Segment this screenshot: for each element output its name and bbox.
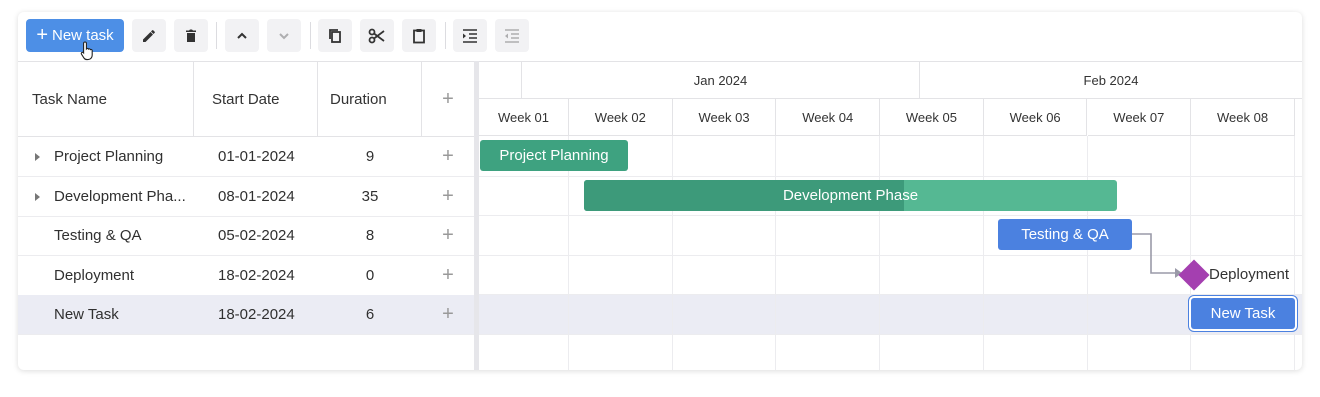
copy-icon [329,28,341,43]
toolbar: + New task [18,12,1302,62]
week-header: Week 02 [569,99,673,136]
timeline: Jan 2024 Feb 2024 Week 01 Week 02 Week 03 Wee… [479,61,1302,370]
toolbar-separator [216,22,217,49]
duration-cell: 35 [361,187,379,205]
week-header: Week 07 [1087,99,1192,136]
duration-cell: 8 [365,227,375,244]
week-header: Week 06 [983,99,1088,136]
outdent-button[interactable] [495,19,529,52]
edit-button[interactable] [132,19,166,52]
column-header-task-name[interactable]: Task Name [18,62,194,136]
start-date-cell: 18-02-2024 [218,266,295,284]
week-gridline [671,136,673,370]
week-gridline [1190,136,1192,370]
start-date-cell: 18-02-2024 [218,306,295,323]
add-column-button[interactable]: + [422,62,474,136]
duration-cell: 0 [365,266,375,284]
row-gridline [479,254,1302,256]
week-header: Week 03 [672,99,777,136]
add-subtask-button[interactable]: + [422,216,474,255]
chevron-down-icon [279,32,289,39]
column-header-duration[interactable]: Duration [318,62,422,136]
task-bar-label: Project Planning [499,147,609,164]
table-row[interactable]: Deployment 18-02-2024 0 + [18,256,474,296]
toolbar-separator [445,22,446,49]
task-name-cell: Project Planning [54,148,164,165]
table-row[interactable]: Development Pha... 08-01-2024 35 + [18,177,474,217]
week-gridline [982,136,984,370]
task-name-cell: New Task [54,306,119,323]
copy-button[interactable] [318,19,352,52]
new-task-button[interactable]: + New task [26,19,124,52]
task-bar[interactable]: New Task [1191,298,1295,329]
task-bar-label: Testing & QA [1021,226,1109,243]
selected-row-band [479,295,1302,334]
indent-icon [463,28,477,43]
table-row[interactable]: Testing & QA 05-02-2024 8 + [18,216,474,256]
dependency-link [1132,233,1177,274]
task-bar[interactable]: Project Planning [480,140,628,171]
row-gridline [479,175,1302,177]
outdent-icon [505,28,519,43]
clipboard-icon [413,28,425,43]
week-gridline [1293,136,1295,370]
milestone-marker[interactable] [1178,258,1210,291]
task-bar[interactable]: Testing & QA [998,219,1132,250]
task-bar-label: New Task [1210,305,1276,322]
month-header: Feb 2024 [919,62,1302,99]
expand-caret-icon[interactable] [35,153,40,161]
task-name-cell: Testing & QA [54,227,142,244]
gantt-widget: + New task Task Name Start Date Duration… [18,12,1302,370]
edit-icon [143,29,155,42]
week-header: Week 04 [776,99,881,136]
milestone-label: Deployment [1209,265,1290,283]
row-gridline [479,215,1302,216]
week-gridline [879,136,881,370]
task-name-cell: Deployment [54,266,135,284]
start-date-cell: 01-01-2024 [218,148,295,165]
add-subtask-button[interactable]: + [422,295,474,334]
add-subtask-button[interactable]: + [422,137,474,176]
plus-icon: + [36,23,48,46]
row-gridline [479,333,1302,335]
add-subtask-button[interactable]: + [422,177,474,216]
table-row[interactable]: New Task 18-02-2024 6 + [18,295,474,335]
paste-button[interactable] [402,19,436,52]
hand-cursor-icon [80,41,93,61]
table-row[interactable]: Project Planning 01-01-2024 9 + [18,137,474,177]
duration-cell: 6 [365,306,375,323]
month-header: Jan 2024 [521,62,919,99]
task-bar[interactable]: Development Phase [584,179,1117,211]
week-header: Week 05 [880,99,984,136]
duration-cell: 9 [365,148,375,165]
month-header-blank [479,62,521,99]
task-name-cell: Development Pha... [54,187,186,205]
week-gridline [568,136,569,370]
week-header: Week 08 [1191,99,1295,136]
start-date-cell: 08-01-2024 [218,187,295,205]
cut-button[interactable] [360,19,394,52]
grid-header: Task Name Start Date Duration + [18,62,474,137]
delete-button[interactable] [174,19,208,52]
indent-button[interactable] [453,19,487,52]
chevron-up-icon [237,32,247,39]
row-gridline [479,294,1302,295]
task-bar-label: Development Phase [782,186,919,204]
move-up-button[interactable] [225,19,259,52]
week-gridline [775,136,777,370]
add-subtask-button[interactable]: + [422,256,474,295]
scissors-icon [368,28,385,43]
toolbar-separator [310,22,311,49]
expand-caret-icon[interactable] [35,192,40,201]
week-header: Week 01 [479,99,569,136]
task-grid: Task Name Start Date Duration + Project … [18,61,474,370]
start-date-cell: 05-02-2024 [218,227,295,244]
column-header-start-date[interactable]: Start Date [194,62,318,136]
week-gridline [1086,136,1088,370]
delete-icon [186,29,196,42]
move-down-button[interactable] [267,19,301,52]
